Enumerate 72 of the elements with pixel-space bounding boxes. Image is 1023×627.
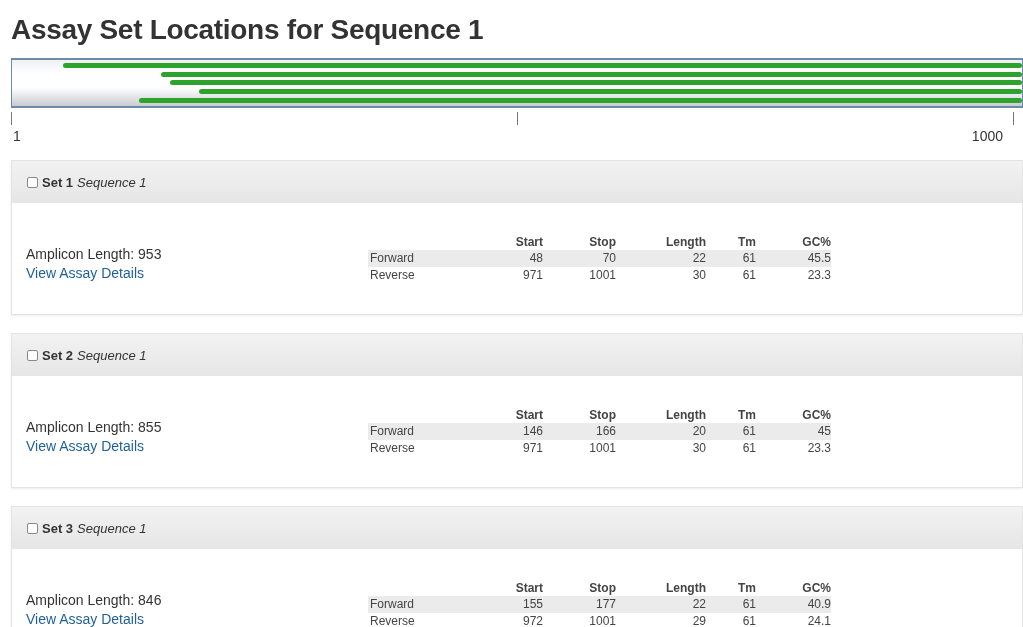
table-cell: 1001	[543, 439, 616, 457]
table-cell: 61	[706, 612, 756, 627]
amplicon-length: Amplicon Length: 855	[26, 419, 163, 435]
table-cell: 23.3	[756, 266, 831, 284]
table-cell: 971	[488, 266, 543, 284]
details-link[interactable]: View Assay Details	[26, 265, 368, 281]
checkbox[interactable]	[27, 349, 38, 361]
table-cell: 61	[706, 266, 756, 284]
column-header: Tm	[706, 579, 756, 596]
amplicon-length: Amplicon Length: 846	[26, 592, 163, 608]
table-cell: 155	[488, 595, 543, 613]
column-header: GC%	[756, 233, 831, 250]
primer-label: Reverse	[368, 266, 488, 284]
tick-mark	[1013, 112, 1014, 125]
column-header: Stop	[543, 233, 616, 250]
table-cell: 971	[488, 439, 543, 457]
column-header: Tm	[706, 406, 756, 423]
table-cell: 166	[543, 422, 616, 440]
table-cell: 61	[706, 595, 756, 613]
table-cell: 70	[543, 249, 616, 267]
sequence-name: Sequence 1	[77, 520, 147, 536]
table-cell: 45.5	[756, 249, 831, 267]
table-cell: 30	[616, 266, 706, 284]
table-cell: 22	[616, 595, 706, 613]
amplicon-length: Amplicon Length: 953	[26, 246, 163, 262]
checkbox[interactable]	[27, 176, 38, 188]
set-name: Set 1	[42, 174, 74, 190]
table-cell: 24.1	[756, 612, 831, 627]
column-header: Length	[616, 233, 706, 250]
primer-label: Forward	[368, 249, 488, 267]
column-header: Start	[514, 406, 543, 423]
table-cell: 29	[616, 612, 706, 627]
table-cell: 61	[706, 249, 756, 267]
checkbox[interactable]	[27, 522, 38, 534]
table-cell: 61	[706, 422, 756, 440]
tick-mark	[11, 112, 12, 125]
details-link[interactable]: View Assay Details	[26, 438, 368, 454]
column-header: Tm	[706, 233, 756, 250]
column-header: Length	[616, 406, 706, 423]
column-header: Start	[488, 233, 543, 250]
details-link[interactable]: View Assay Details	[26, 611, 368, 627]
page-title: Assay Set Locations for Sequence 1	[11, 14, 485, 46]
sequence-name: Sequence 1	[77, 174, 147, 190]
table-cell: 61	[706, 439, 756, 457]
primer-label: Forward	[368, 595, 488, 613]
table-cell: 48	[488, 249, 543, 267]
table-cell: 20	[616, 422, 706, 440]
table-cell: 972	[488, 612, 543, 627]
axis-label: 1000	[971, 128, 1003, 144]
column-header: Stop	[543, 579, 616, 596]
column-header: Start	[488, 579, 543, 596]
table-cell: 1001	[543, 612, 616, 627]
table-cell: 146	[488, 422, 543, 440]
sequence-name: Sequence 1	[77, 347, 147, 363]
column-header: Length	[616, 579, 706, 596]
set-name: Set 3	[42, 520, 74, 536]
table-cell: 40.9	[756, 595, 831, 613]
table-cell: 22	[616, 249, 706, 267]
column-header: Stop	[543, 406, 616, 423]
axis-label: 1	[13, 128, 21, 144]
column-header: GC%	[756, 579, 831, 596]
tick-mark	[517, 112, 518, 125]
table-cell: 1001	[543, 266, 616, 284]
table-cell: 177	[543, 595, 616, 613]
column-header: GC%	[756, 406, 831, 423]
primer-label: Forward	[368, 422, 488, 440]
table-cell: 45	[756, 422, 831, 440]
set-name: Set 2	[42, 347, 74, 363]
table-cell: 23.3	[756, 439, 831, 457]
primer-label: Reverse	[368, 439, 488, 457]
primer-label: Reverse	[368, 612, 488, 627]
table-cell: 30	[616, 439, 706, 457]
